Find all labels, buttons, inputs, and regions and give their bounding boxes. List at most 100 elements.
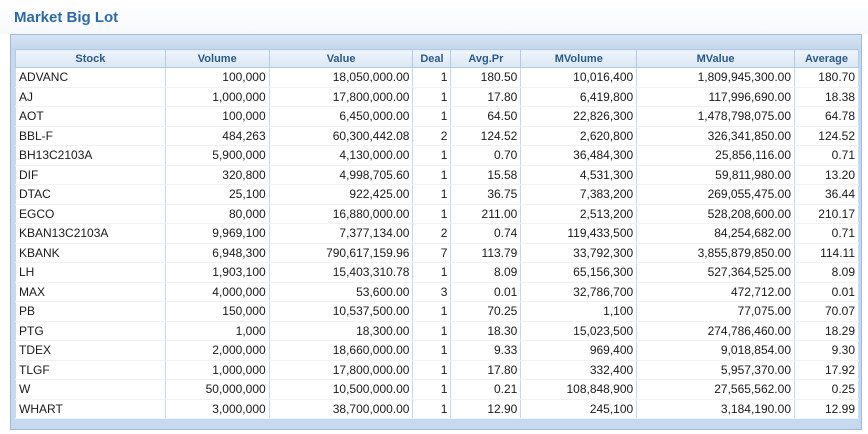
mvalue-cell: 527,364,525.00 [636,262,795,283]
col-header-stock[interactable]: Stock [15,49,166,68]
mvolume-cell: 10,016,400 [520,67,638,88]
mvolume-cell: 15,023,500 [520,321,638,341]
mvalue-cell: 117,996,690.00 [636,87,795,107]
big-lot-panel: Stock Volume Value Deal Avg.Pr MVolume M… [10,34,862,430]
mvolume-cell: 6,419,800 [520,87,638,107]
value-cell: 16,880,000.00 [268,204,414,224]
stock-cell: PTG [15,321,166,341]
stock-cell: PB [15,301,166,322]
deal-cell: 1 [412,301,452,322]
stock-cell: MAX [15,282,166,302]
average-cell: 18.29 [794,321,859,341]
table-row[interactable]: TLGF 1,000,000 17,800,000.00 1 17.80 332,400 5… [15,360,859,380]
average-cell: 36.44 [794,184,859,205]
value-cell: 18,050,000.00 [268,67,414,88]
deal-cell: 1 [412,379,452,400]
stock-cell: KBAN13C2103A [15,223,166,244]
col-header-average[interactable]: Average [794,49,859,68]
table-row[interactable]: KBANK 6,948,300 790,617,159.96 7 113.79 33,79… [15,243,859,263]
deal-cell: 1 [412,165,452,185]
table-row[interactable]: EGCO 80,000 16,880,000.00 1 211.00 2,513,200 5… [15,204,859,224]
average-cell: 210.17 [794,204,859,224]
mvalue-cell: 528,208,600.00 [636,204,795,224]
value-cell: 6,450,000.00 [268,106,414,127]
col-header-avg-price[interactable]: Avg.Pr [450,49,522,68]
value-cell: 10,537,500.00 [268,301,414,322]
col-header-volume[interactable]: Volume [164,49,270,68]
value-cell: 15,403,310.78 [268,262,414,283]
table-row[interactable]: PTG 1,000 18,300.00 1 18.30 15,023,500 274,786… [15,321,859,341]
mvolume-cell: 1,100 [520,301,638,322]
mvolume-cell: 969,400 [520,340,638,361]
table-row[interactable]: BBL-F 484,263 60,300,442.08 2 124.52 2,620,80… [15,126,859,146]
table-row[interactable]: W 50,000,000 10,500,000.00 1 0.21 108,848,900… [15,379,859,400]
mvalue-cell: 269,055,475.00 [636,184,795,205]
value-cell: 10,500,000.00 [268,379,414,400]
table-header-row: Stock Volume Value Deal Avg.Pr MVolume M… [15,49,859,68]
avg-price-cell: 17.80 [450,87,522,107]
average-cell: 13.20 [794,165,859,185]
average-cell: 0.71 [794,223,859,244]
mvolume-cell: 22,826,300 [520,106,638,127]
table-row[interactable]: AOT 100,000 6,450,000.00 1 64.50 22,826,300 1,… [15,106,859,127]
table-row[interactable]: KBAN13C2103A 9,969,100 7,377,134.00 2 0.74 11… [15,223,859,244]
volume-cell: 6,948,300 [164,243,270,263]
col-header-mvolume[interactable]: MVolume [520,49,638,68]
mvalue-cell: 9,018,854.00 [636,340,795,361]
stock-cell: DIF [15,165,166,185]
stock-cell: AJ [15,87,166,107]
mvalue-cell: 326,341,850.00 [636,126,795,146]
deal-cell: 1 [412,204,452,224]
deal-cell: 2 [412,126,452,146]
deal-cell: 1 [412,145,452,166]
deal-cell: 1 [412,399,452,419]
table-row[interactable]: DIF 320,800 4,998,705.60 1 15.58 4,531,300 59,… [15,165,859,185]
table-row[interactable]: DTAC 25,100 922,425.00 1 36.75 7,383,200 269,0… [15,184,859,205]
average-cell: 124.52 [794,126,859,146]
mvalue-cell: 77,075.00 [636,301,795,322]
big-lot-table: Stock Volume Value Deal Avg.Pr MVolume M… [15,49,859,419]
table-row[interactable]: MAX 4,000,000 53,600.00 3 0.01 32,786,700 472,… [15,282,859,302]
volume-cell: 3,000,000 [164,399,270,419]
stock-cell: W [15,379,166,400]
mvolume-cell: 119,433,500 [520,223,638,244]
table-row[interactable]: WHART 3,000,000 38,700,000.00 1 12.90 245,100… [15,399,859,419]
volume-cell: 1,000,000 [164,87,270,107]
mvolume-cell: 245,100 [520,399,638,419]
table-row[interactable]: ADVANC 100,000 18,050,000.00 1 180.50 10,016,… [15,67,859,88]
avg-price-cell: 113.79 [450,243,522,263]
stock-cell: TDEX [15,340,166,361]
volume-cell: 1,000 [164,321,270,341]
mvalue-cell: 3,855,879,850.00 [636,243,795,263]
volume-cell: 150,000 [164,301,270,322]
mvolume-cell: 108,848,900 [520,379,638,400]
table-row[interactable]: PB 150,000 10,537,500.00 1 70.25 1,100 77,075.… [15,301,859,322]
page-title: Market Big Lot [14,9,119,26]
volume-cell: 80,000 [164,204,270,224]
table-row[interactable]: LH 1,903,100 15,403,310.78 1 8.09 65,156,300 5… [15,262,859,283]
col-header-deal[interactable]: Deal [412,49,452,68]
table-row[interactable]: TDEX 2,000,000 18,660,000.00 1 9.33 969,400 9,… [15,340,859,361]
table-row[interactable]: AJ 1,000,000 17,800,000.00 1 17.80 6,419,800 1… [15,87,859,107]
mvalue-cell: 5,957,370.00 [636,360,795,380]
volume-cell: 100,000 [164,67,270,88]
volume-cell: 2,000,000 [164,340,270,361]
col-header-value[interactable]: Value [268,49,414,68]
volume-cell: 1,000,000 [164,360,270,380]
avg-price-cell: 0.01 [450,282,522,302]
stock-cell: TLGF [15,360,166,380]
table-row[interactable]: BH13C2103A 5,900,000 4,130,000.00 1 0.70 36,4… [15,145,859,166]
avg-price-cell: 70.25 [450,301,522,322]
avg-price-cell: 9.33 [450,340,522,361]
value-cell: 922,425.00 [268,184,414,205]
value-cell: 4,998,705.60 [268,165,414,185]
volume-cell: 9,969,100 [164,223,270,244]
mvalue-cell: 3,184,190.00 [636,399,795,419]
average-cell: 17.92 [794,360,859,380]
deal-cell: 3 [412,282,452,302]
volume-cell: 484,263 [164,126,270,146]
average-cell: 9.30 [794,340,859,361]
average-cell: 180.70 [794,67,859,88]
mvalue-cell: 84,254,682.00 [636,223,795,244]
col-header-mvalue[interactable]: MValue [636,49,795,68]
